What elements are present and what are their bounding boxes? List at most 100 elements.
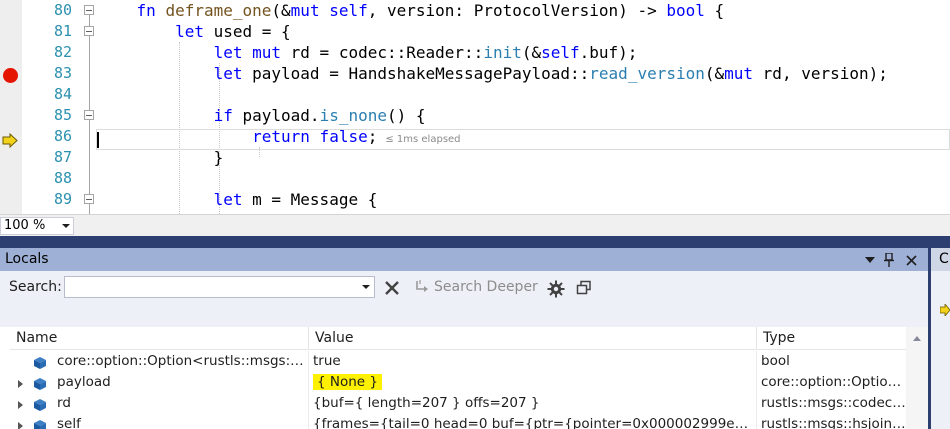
- breakpoint-icon[interactable]: [3, 68, 18, 83]
- line-number: 82: [53, 43, 72, 61]
- code-token: rd, version);: [762, 64, 888, 83]
- code-token: mut self: [290, 1, 368, 20]
- code-token: read_version: [589, 64, 705, 83]
- cell-name[interactable]: core::option::Option<rustls::msgs::ha...: [57, 351, 309, 372]
- search-deeper-button[interactable]: Search Deeper: [414, 279, 538, 295]
- cell-type[interactable]: core::option::Option...: [761, 372, 906, 393]
- code-token: let mut: [213, 43, 291, 62]
- grid-header: Name Value Type: [10, 327, 906, 350]
- code-token: () {: [387, 106, 426, 125]
- column-header-value[interactable]: Value: [309, 327, 757, 350]
- code-token: ;: [367, 127, 378, 146]
- locals-row[interactable]: payload{ None } core::option::Option...: [10, 372, 906, 393]
- code-token: Reader: [406, 43, 465, 62]
- chevron-down-icon: [62, 224, 70, 228]
- pin-icon[interactable]: [881, 252, 897, 268]
- view-in-window-icon[interactable]: [576, 280, 592, 300]
- variable-icon: [33, 418, 47, 429]
- scroll-up-icon[interactable]: [913, 336, 921, 341]
- line-number: 83: [53, 64, 72, 82]
- code-text: }: [98, 147, 224, 168]
- cell-name[interactable]: payload: [57, 372, 309, 393]
- perf-tip[interactable]: ≤ 1ms elapsed: [385, 134, 460, 145]
- code-token: used = {: [213, 22, 291, 41]
- collapse-icon[interactable]: [84, 5, 94, 15]
- line-number: 87: [53, 148, 72, 166]
- code-token: m = Message {: [252, 190, 378, 209]
- collapse-icon[interactable]: [84, 26, 94, 36]
- expand-arrow-icon[interactable]: [18, 380, 23, 388]
- code-token: }: [98, 148, 224, 167]
- code-line[interactable]: 81 let used = {: [0, 21, 950, 42]
- code-line[interactable]: 80 fn deframe_one(&mut self, version: Pr…: [0, 0, 950, 21]
- line-number: 86: [53, 127, 72, 145]
- line-number: 88: [53, 169, 72, 187]
- search-label: Search:: [9, 279, 62, 295]
- line-number: 85: [53, 106, 72, 124]
- locals-row[interactable]: self {frames={tail=0 head=0 buf={ptr={poi…: [10, 414, 906, 429]
- zoom-dropdown[interactable]: 100 %: [0, 217, 74, 235]
- cell-name[interactable]: self: [57, 414, 309, 429]
- cell-value[interactable]: {buf={ length=207 } offs=207 }: [313, 393, 757, 414]
- code-editor[interactable]: 80 fn deframe_one(&mut self, version: Pr…: [0, 0, 950, 214]
- cell-name[interactable]: rd: [57, 393, 309, 414]
- locals-row[interactable]: rd {buf={ length=207 } offs=207 } rustls::…: [10, 393, 906, 414]
- code-text: fn deframe_one(&mut self, version: Proto…: [98, 0, 725, 21]
- cell-type[interactable]: rustls::msgs::hsjoiner:: [761, 414, 906, 429]
- code-token: {: [704, 1, 725, 20]
- instruction-pointer-icon[interactable]: [2, 133, 19, 148]
- search-input[interactable]: [64, 276, 375, 298]
- code-token: ::: [386, 43, 407, 62]
- code-line[interactable]: 85 if payload.is_none() {: [0, 105, 950, 126]
- panel-splitter[interactable]: [0, 236, 950, 248]
- code-token: ::: [570, 64, 590, 83]
- adjacent-window-title[interactable]: C: [931, 248, 950, 271]
- cell-value[interactable]: true: [313, 351, 757, 372]
- grid-top-spacer: [0, 303, 928, 327]
- clear-search-icon[interactable]: [384, 280, 400, 300]
- search-deeper-label: Search Deeper: [434, 279, 538, 295]
- cell-type[interactable]: bool: [761, 351, 906, 372]
- cell-value[interactable]: { None }: [313, 372, 757, 393]
- code-line[interactable]: 82 let mut rd = codec::Reader::init(&sel…: [0, 42, 950, 63]
- code-line[interactable]: 89 let m = Message {: [0, 189, 950, 210]
- code-line[interactable]: 86 return false; ≤ 1ms elapsed: [0, 126, 950, 147]
- locals-window: Locals Search: Search Deeper Name Value …: [0, 248, 928, 429]
- cell-type[interactable]: rustls::msgs::codec::R...: [761, 393, 906, 414]
- window-position-dropdown-icon[interactable]: [862, 252, 878, 268]
- code-token: fn: [136, 1, 166, 20]
- column-header-name[interactable]: Name: [10, 327, 309, 350]
- column-header-type[interactable]: Type: [757, 327, 906, 350]
- locals-title-bar[interactable]: Locals: [0, 248, 928, 271]
- code-text: let mut rd = codec::Reader::init(&self.b…: [98, 42, 638, 63]
- line-number: 80: [53, 1, 72, 19]
- code-token: deframe_one: [165, 1, 272, 20]
- code-line[interactable]: 87 }: [0, 147, 950, 168]
- code-token: let: [213, 190, 253, 209]
- expand-arrow-icon[interactable]: [18, 422, 23, 429]
- highlighted-value: { None }: [313, 374, 382, 390]
- collapse-icon[interactable]: [84, 110, 94, 120]
- gear-icon[interactable]: [547, 280, 565, 302]
- code-token: (&: [271, 1, 291, 20]
- locals-row[interactable]: core::option::Option<rustls::msgs::ha...…: [10, 351, 906, 372]
- code-token: (&: [521, 43, 542, 62]
- code-line[interactable]: 84: [0, 84, 950, 105]
- editor-status-strip: 100 %: [0, 214, 950, 236]
- code-token: bool: [666, 1, 705, 20]
- adjacent-tool-window: C: [928, 248, 950, 429]
- collapse-icon[interactable]: [84, 194, 94, 204]
- cell-value[interactable]: {frames={tail=0 head=0 buf={ptr={pointer…: [313, 414, 757, 429]
- code-line[interactable]: 83 let payload = HandshakeMessagePayload…: [0, 63, 950, 84]
- vertical-scrollbar[interactable]: [906, 327, 928, 429]
- search-history-dropdown-icon[interactable]: [362, 285, 370, 289]
- expand-arrow-icon[interactable]: [18, 401, 23, 409]
- code-line[interactable]: 88: [0, 168, 950, 189]
- locals-title: Locals: [5, 251, 49, 267]
- close-icon[interactable]: [903, 252, 919, 268]
